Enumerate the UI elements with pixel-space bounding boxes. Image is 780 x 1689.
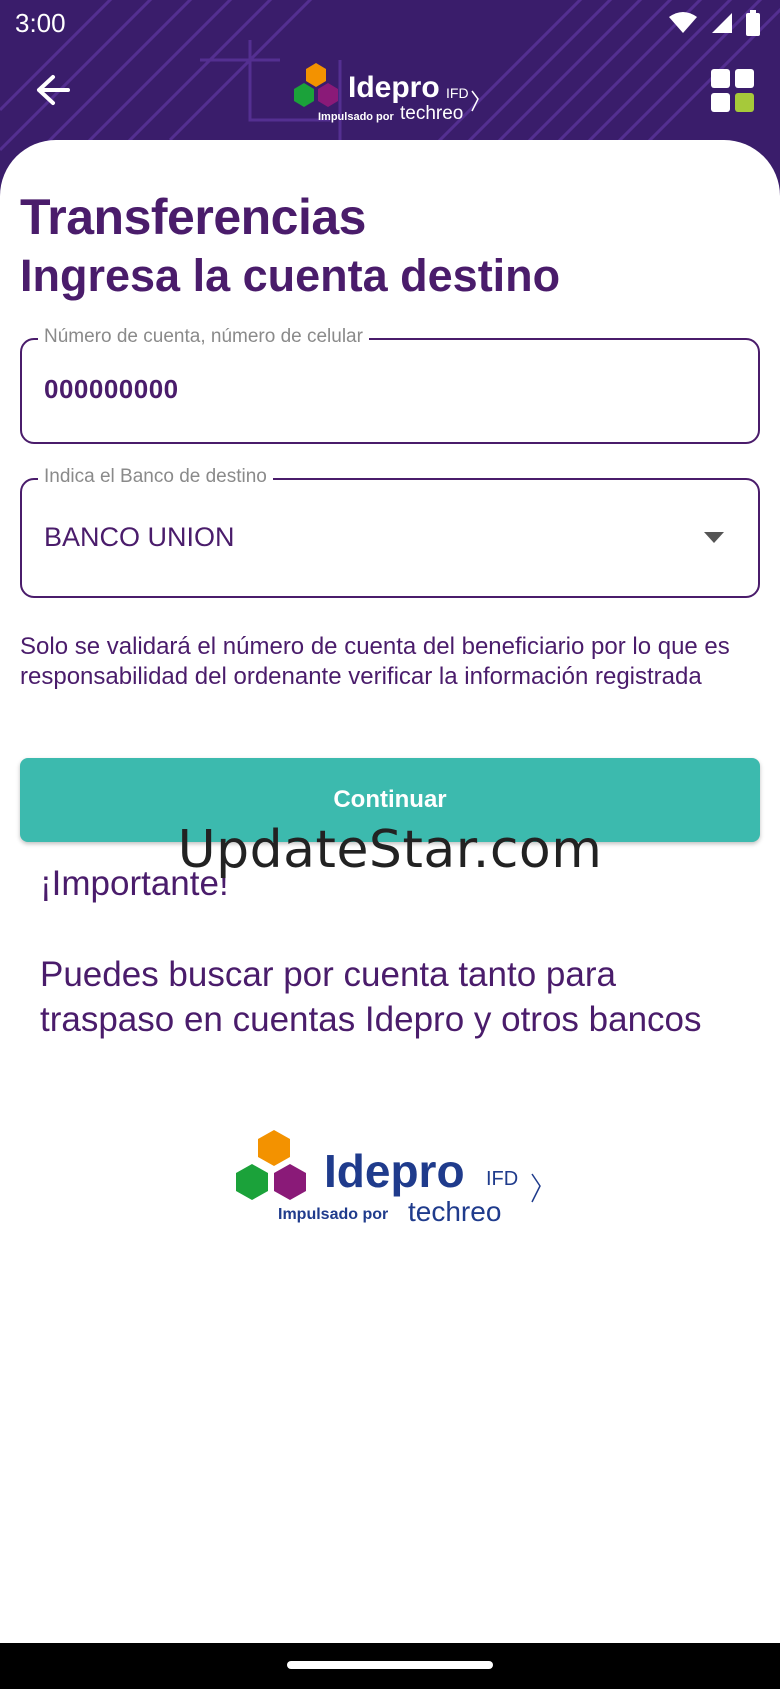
bank-select-label: Indica el Banco de destino — [38, 466, 273, 488]
page-subtitle: Ingresa la cuenta destino — [20, 250, 561, 301]
account-number-input[interactable] — [44, 374, 724, 405]
account-number-field[interactable]: Número de cuenta, número de celular — [20, 326, 760, 444]
header-logo-suffix: IFD — [446, 85, 469, 101]
bank-select-value: BANCO UNION — [44, 522, 235, 552]
footer-logo-tagline-prefix: Impulsado por — [278, 1206, 389, 1223]
page-title: Transferencias — [20, 189, 366, 245]
wifi-icon — [668, 11, 698, 42]
footer-logo-suffix: IFD — [486, 1168, 519, 1190]
home-indicator[interactable] — [287, 1661, 493, 1669]
grid-cell — [711, 93, 730, 112]
grid-menu-button[interactable] — [711, 69, 755, 113]
main-card: Transferencias Ingresa la cuenta destino… — [0, 140, 780, 1640]
system-nav-bar — [0, 1643, 780, 1689]
status-time: 3:00 — [15, 8, 66, 38]
header-logo-brand: Idepro — [348, 71, 440, 104]
important-title: ¡Importante! — [40, 864, 229, 903]
toolbar: Idepro IFD Impulsado por techreo — [0, 55, 780, 135]
footer-logo: Idepro IFD Impulsado por techreo — [230, 1130, 560, 1240]
footer-logo-tagline-brand: techreo — [408, 1196, 502, 1227]
dropdown-arrow-icon — [704, 532, 724, 543]
header-logo-tagline-prefix: Impulsado por — [318, 111, 394, 123]
disclaimer-text: Solo se validará el número de cuenta del… — [20, 633, 730, 690]
battery-icon — [746, 10, 760, 43]
status-icons — [668, 10, 760, 43]
grid-cell — [735, 69, 754, 88]
footer-logo-brand: Idepro — [324, 1145, 465, 1197]
status-bar: 3:00 — [0, 0, 780, 48]
important-body: Puedes buscar por cuenta tanto para tras… — [40, 955, 702, 1039]
account-number-label: Número de cuenta, número de celular — [38, 326, 369, 348]
signal-icon — [710, 11, 734, 42]
back-button[interactable] — [28, 65, 78, 115]
header-logo: Idepro IFD Impulsado por techreo — [288, 59, 498, 131]
header-logo-tagline-brand: techreo — [400, 103, 464, 124]
grid-cell-accent — [735, 93, 754, 112]
arrow-left-icon — [37, 75, 70, 105]
continue-button[interactable]: Continuar — [20, 758, 760, 842]
grid-cell — [711, 69, 730, 88]
bank-select[interactable]: Indica el Banco de destino BANCO UNION — [20, 466, 760, 598]
